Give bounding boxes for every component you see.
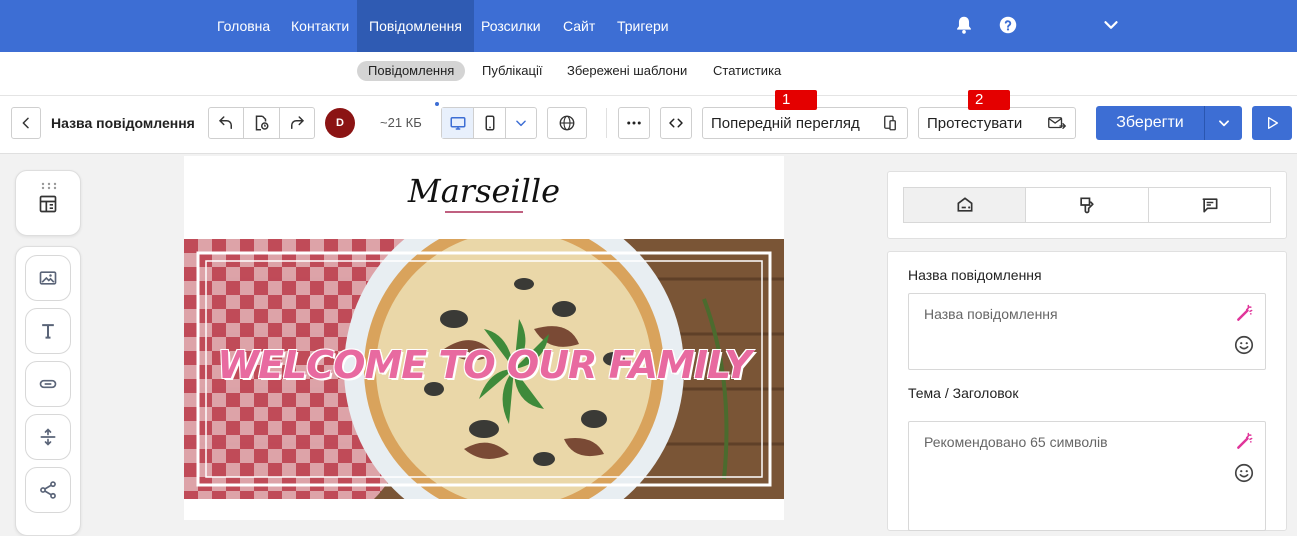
- user-avatar[interactable]: D: [325, 108, 355, 138]
- nav-item-contacts[interactable]: Контакти: [279, 0, 361, 52]
- brush-icon: [1080, 197, 1094, 214]
- nav-item-triggers[interactable]: Тригери: [605, 0, 681, 52]
- globe-icon: [559, 115, 575, 131]
- preview-label: Попередній перегляд: [711, 114, 860, 132]
- button-block-icon: [39, 379, 57, 389]
- tab-comments[interactable]: [1148, 187, 1271, 223]
- nav-item-campaigns[interactable]: Розсилки: [469, 0, 553, 52]
- chevron-down-icon: [1218, 120, 1229, 127]
- message-name-placeholder: Назва повідомлення: [924, 306, 1058, 322]
- brand-logo[interactable]: Marseille: [184, 172, 784, 210]
- email-canvas[interactable]: Marseille WELCOME TO OUR FAMILY: [184, 156, 784, 520]
- text-icon: [42, 324, 54, 339]
- spacer-icon: [40, 428, 56, 446]
- logo-underline: [445, 211, 523, 213]
- magic-wand-icon[interactable]: [1235, 303, 1255, 328]
- subnav-tab-messages[interactable]: Повідомлення: [357, 61, 466, 81]
- help-icon[interactable]: [997, 14, 1019, 36]
- notification-dot: [435, 102, 439, 106]
- social-block-button[interactable]: [25, 467, 71, 513]
- spacer-block-button[interactable]: [25, 414, 71, 460]
- share-icon: [40, 481, 56, 499]
- hero-headline: WELCOME TO OUR FAMILY: [217, 343, 752, 387]
- subject-placeholder: Рекомендовано 65 символів: [924, 434, 1108, 450]
- desktop-icon: [450, 117, 465, 130]
- chevron-left-icon: [22, 117, 29, 129]
- language-button[interactable]: [547, 107, 587, 139]
- desktop-view-button[interactable]: [442, 108, 474, 138]
- send-play-button[interactable]: [1252, 106, 1292, 140]
- more-options-button[interactable]: [618, 107, 650, 139]
- mobile-view-button[interactable]: [474, 108, 506, 138]
- comment-icon: [1202, 198, 1217, 213]
- group-divider: [278, 108, 280, 138]
- test-send-label: Протестувати: [927, 114, 1023, 132]
- save-dropdown-button[interactable]: [1205, 106, 1242, 140]
- bell-icon[interactable]: [953, 14, 975, 36]
- emoji-icon[interactable]: [1233, 462, 1255, 489]
- devices-preview-icon: [884, 115, 896, 131]
- blocks-palette-handle[interactable]: [15, 170, 81, 236]
- chevron-down-icon: [516, 120, 526, 127]
- subnav-tab-saved-templates[interactable]: Збережені шаблони: [556, 61, 698, 81]
- back-button[interactable]: [11, 107, 41, 139]
- version-history-icon[interactable]: [252, 114, 270, 132]
- code-icon: [669, 118, 683, 128]
- history-button-group: [208, 107, 315, 139]
- subnav-tab-publications[interactable]: Публікації: [471, 61, 553, 81]
- drag-handle-icon[interactable]: [41, 177, 57, 195]
- code-view-button[interactable]: [660, 107, 692, 139]
- step-badge-1: 1: [775, 90, 817, 110]
- redo-icon[interactable]: [288, 114, 306, 132]
- tab-style[interactable]: [1025, 187, 1149, 223]
- send-mail-icon: [1048, 117, 1067, 129]
- button-block-button[interactable]: [25, 361, 71, 407]
- message-name-label: Назва повідомлення: [908, 267, 1042, 283]
- toolbar-divider: [606, 108, 607, 138]
- message-size: ~21 КБ: [380, 115, 422, 130]
- subject-input[interactable]: Рекомендовано 65 символів: [908, 421, 1266, 531]
- undo-icon[interactable]: [217, 114, 235, 132]
- nav-item-home[interactable]: Головна: [205, 0, 282, 52]
- text-block-button[interactable]: [25, 308, 71, 354]
- play-icon: [1268, 117, 1278, 129]
- group-divider: [243, 108, 245, 138]
- test-send-button[interactable]: Протестувати: [918, 107, 1076, 139]
- mobile-icon: [485, 115, 494, 131]
- step-badge-2: 2: [968, 90, 1010, 110]
- subnav-tab-statistics[interactable]: Статистика: [702, 61, 792, 81]
- magic-wand-icon[interactable]: [1235, 431, 1255, 456]
- image-block-button[interactable]: [25, 255, 71, 301]
- nav-item-messages[interactable]: Повідомлення: [357, 0, 474, 52]
- message-name-input[interactable]: Назва повідомлення: [908, 293, 1266, 370]
- device-dropdown-button[interactable]: [506, 108, 536, 138]
- device-toggle-group: [441, 107, 537, 139]
- nav-item-site[interactable]: Сайт: [551, 0, 607, 52]
- message-title: Назва повідомлення: [51, 115, 195, 131]
- subject-label: Тема / Заголовок: [908, 385, 1019, 401]
- emoji-icon[interactable]: [1233, 334, 1255, 361]
- save-button[interactable]: Зберегти: [1096, 106, 1204, 140]
- tab-message-settings[interactable]: [903, 187, 1026, 223]
- dots-horizontal-icon: [627, 121, 641, 125]
- preview-button[interactable]: Попередній перегляд: [702, 107, 908, 139]
- account-chevron-down-icon[interactable]: [1100, 14, 1122, 36]
- sub-navigation: Повідомлення Публікації Збережені шаблон…: [0, 52, 1297, 96]
- layout-blocks-icon: [38, 194, 58, 219]
- save-button-group: Зберегти: [1096, 106, 1242, 140]
- hero-image[interactable]: WELCOME TO OUR FAMILY: [184, 239, 784, 499]
- image-icon: [39, 271, 57, 285]
- top-navigation: Головна Контакти Повідомлення Розсилки С…: [0, 0, 1297, 52]
- mail-settings-icon: [957, 197, 972, 212]
